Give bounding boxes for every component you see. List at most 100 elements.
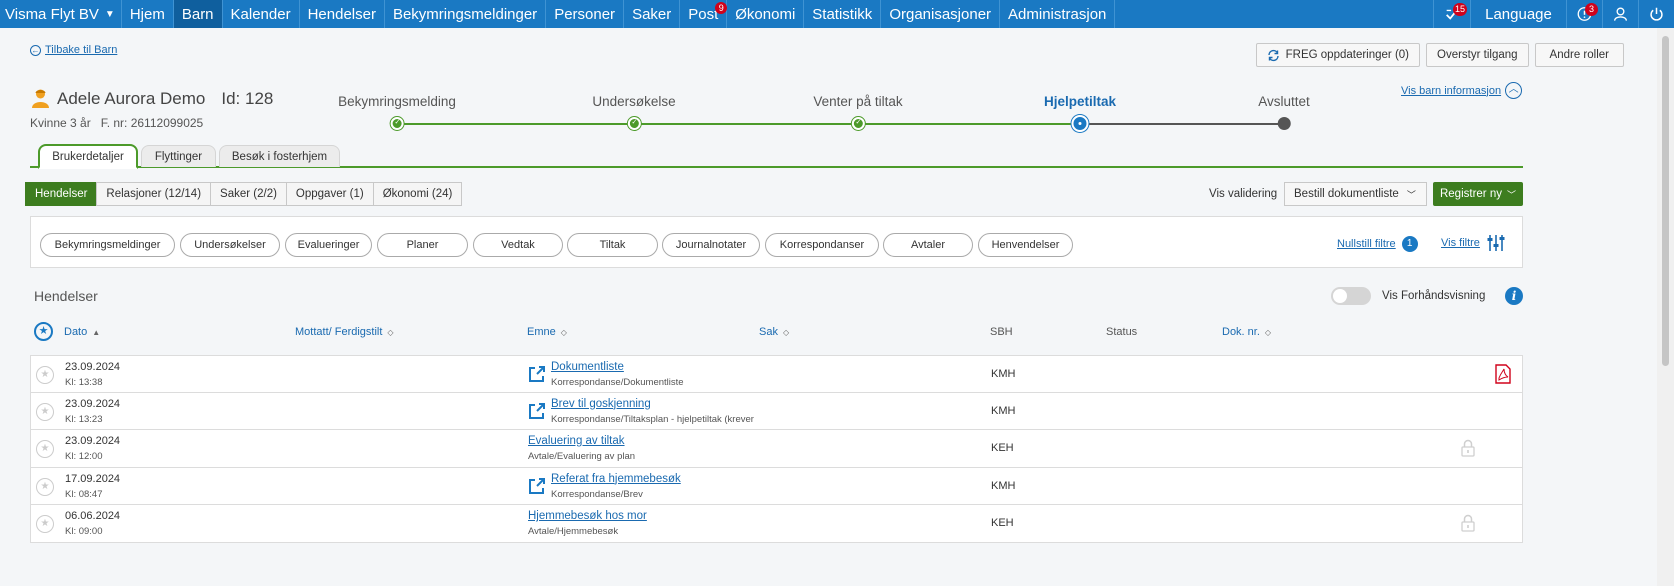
subtab-relasjoner[interactable]: Relasjoner (12/14)	[96, 182, 212, 206]
page-scrollbar[interactable]	[1657, 28, 1674, 586]
alerts-button[interactable]: 3	[1566, 0, 1602, 28]
row-title-link[interactable]: Brev til goskjenning	[551, 398, 651, 410]
row-date: 17.09.2024	[65, 472, 121, 485]
vis-validering-link[interactable]: Vis validering	[1209, 188, 1277, 200]
star-icon[interactable]: ★	[36, 440, 54, 458]
row-title-link[interactable]: Evaluering av tiltak	[528, 435, 625, 447]
filter-pill-tiltak[interactable]: Tiltak	[567, 233, 658, 257]
row-title-link[interactable]: Dokumentliste	[551, 361, 624, 373]
registrer-ny-button[interactable]: Registrer ny ﹀	[1433, 182, 1523, 206]
filter-pill-journalnotater[interactable]: Journalnotater	[662, 233, 760, 257]
filter-pill-henvendelser[interactable]: Henvendelser	[978, 233, 1073, 257]
tab-brukerdetaljer[interactable]: Brukerdetaljer	[38, 144, 138, 169]
column-sak[interactable]: Sak ◇	[759, 326, 789, 338]
column-doknr[interactable]: Dok. nr. ◇	[1222, 326, 1271, 338]
filter-pill-undersokelser[interactable]: Undersøkelser	[180, 233, 280, 257]
nav-item-statistikk[interactable]: Statistikk	[804, 0, 882, 28]
sort-icon: ◇	[1264, 327, 1272, 337]
lock-icon	[1461, 439, 1475, 457]
step-done-icon	[851, 117, 865, 130]
star-icon[interactable]: ★	[36, 402, 54, 421]
filter-pill-planer[interactable]: Planer	[377, 233, 468, 257]
table-row[interactable]: ★ 23.09.2024 Kl: 13:38 Dokumentliste Kor…	[30, 355, 1523, 393]
chevron-down-icon: ﹀	[1406, 189, 1416, 200]
bestill-dokumentliste-dropdown[interactable]: Bestill dokumentliste ﹀	[1284, 182, 1427, 206]
row-category: Korrespondanse/Brev	[551, 488, 643, 500]
nav-item-post[interactable]: Post 9	[680, 0, 728, 28]
step-avsluttet: Avsluttet	[1258, 94, 1310, 130]
nav-item-bekymringsmeldinger[interactable]: Bekymringsmeldinger	[385, 0, 547, 28]
subtab-hendelser[interactable]: Hendelser	[25, 182, 98, 206]
tab-flyttinger[interactable]: Flyttinger	[141, 145, 216, 167]
nav-item-barn[interactable]: Barn	[173, 0, 223, 28]
subtab-okonomi[interactable]: Økonomi (24)	[372, 182, 463, 206]
post-count-badge: 9	[715, 2, 728, 14]
nullstill-filtre-link[interactable]: Nullstill filtre 1	[1337, 236, 1418, 252]
row-category: Korrespondanse/Dokumentliste	[551, 377, 684, 388]
pdf-icon[interactable]	[1495, 364, 1511, 384]
filter-pill-vedtak[interactable]: Vedtak	[473, 233, 563, 257]
tab-besok-i-fosterhjem[interactable]: Besøk i fosterhjem	[219, 145, 340, 167]
subtab-saker[interactable]: Saker (2/2)	[210, 182, 287, 206]
preview-toggle-switch[interactable]	[1331, 287, 1371, 305]
overstyr-tilgang-button[interactable]: Overstyr tilgang	[1426, 43, 1529, 67]
column-dato-label: Dato	[64, 326, 88, 338]
column-emne[interactable]: Emne ◇	[527, 326, 567, 338]
star-icon[interactable]: ★	[36, 477, 54, 496]
step-pending-icon	[1277, 117, 1291, 130]
freg-label: FREG oppdateringer (0)	[1285, 49, 1410, 61]
chevron-down-icon: ▼	[104, 8, 115, 20]
external-link-icon[interactable]	[527, 401, 547, 421]
external-link-icon[interactable]	[527, 364, 547, 384]
nav-item-okonomi[interactable]: Økonomi	[727, 0, 805, 28]
andre-roller-button[interactable]: Andre roller	[1534, 43, 1624, 67]
column-sbh: SBH	[990, 326, 1013, 338]
row-date: 23.09.2024	[65, 361, 121, 373]
language-menu[interactable]: Language	[1470, 0, 1566, 28]
nav-item-saker[interactable]: Saker	[624, 0, 681, 28]
row-title-link[interactable]: Hjemmebesøk hos mor	[528, 510, 647, 522]
table-row[interactable]: ★ 17.09.2024 Kl: 08:47 Referat fra hjemm…	[30, 467, 1523, 505]
progress-line-done	[397, 123, 1079, 125]
filter-pill-evalueringer[interactable]: Evalueringer	[285, 233, 372, 257]
nav-item-kalender[interactable]: Kalender	[223, 0, 300, 28]
row-category: Korrespondanse/Tiltaksplan - hjelpetilta…	[551, 413, 754, 425]
step-venter-pa-tiltak: Venter på tiltak	[813, 94, 903, 130]
row-title-link[interactable]: Referat fra hjemmebesøk	[551, 473, 681, 485]
column-mottatt[interactable]: Mottatt/ Ferdigstilt ◇	[295, 326, 394, 338]
organization-switcher[interactable]: Visma Flyt BV ▼	[0, 0, 122, 28]
filter-pill-avtaler[interactable]: Avtaler	[883, 233, 973, 257]
nav-item-organisasjoner[interactable]: Organisasjoner	[881, 0, 1001, 28]
external-link-icon[interactable]	[527, 476, 547, 496]
table-row[interactable]: ★ 06.06.2024 Kl: 09:00 Hjemmebesøk hos m…	[30, 505, 1523, 543]
nav-item-personer[interactable]: Personer	[546, 0, 625, 28]
logout-button[interactable]	[1638, 0, 1674, 28]
nav-item-hendelser[interactable]: Hendelser	[300, 0, 385, 28]
filter-pill-korrespondanser[interactable]: Korrespondanser	[765, 233, 879, 257]
user-icon	[1614, 7, 1627, 21]
table-row[interactable]: ★ 23.09.2024 Kl: 13:23 Brev til goskjenn…	[30, 392, 1523, 430]
subtab-oppgaver[interactable]: Oppgaver (1)	[285, 182, 374, 206]
row-time: Kl: 08:47	[65, 488, 103, 500]
user-profile-button[interactable]	[1602, 0, 1638, 28]
event-filter-bar: Bekymringsmeldinger Undersøkelser Evalue…	[30, 216, 1523, 268]
star-icon[interactable]: ★	[36, 366, 54, 384]
vis-barn-informasjon-toggle[interactable]: Vis barn informasjon ︿	[1401, 82, 1523, 99]
column-dato[interactable]: Dato ▲	[64, 326, 100, 338]
language-label: Language	[1485, 5, 1552, 23]
table-row[interactable]: ★ 23.09.2024 Kl: 12:00 Evaluering av til…	[30, 430, 1523, 468]
freg-updates-button[interactable]: FREG oppdateringer (0)	[1255, 43, 1421, 67]
vis-filtre-link[interactable]: Vis filtre	[1441, 234, 1506, 252]
info-icon[interactable]: i	[1505, 287, 1523, 305]
scrollbar-thumb[interactable]	[1662, 36, 1669, 366]
back-to-barn-link[interactable]: ← Tilbake til Barn	[30, 44, 117, 56]
child-header: Adele Aurora Demo Id: 128 Kvinne 3 år F.…	[30, 88, 273, 131]
back-link-label: Tilbake til Barn	[45, 44, 118, 56]
filter-pill-bekymringsmeldinger[interactable]: Bekymringsmeldinger	[40, 233, 175, 257]
nav-item-hjem[interactable]: Hjem	[122, 0, 174, 28]
row-sbh: KMH	[991, 404, 1016, 417]
star-icon[interactable]: ★	[36, 515, 54, 533]
tasks-button[interactable]: 15	[1433, 0, 1470, 28]
star-filter-icon[interactable]: ★	[34, 322, 53, 341]
nav-item-administrasjon[interactable]: Administrasjon	[1000, 0, 1116, 28]
